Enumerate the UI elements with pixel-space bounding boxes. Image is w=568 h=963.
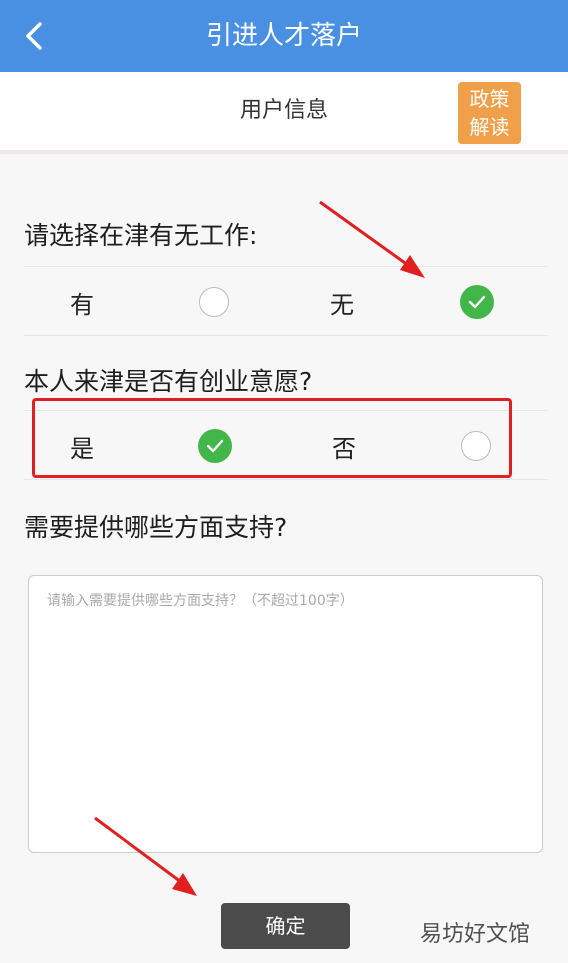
annotation-arrow-bottom	[94, 816, 186, 887]
annotation-arrow-top	[319, 200, 413, 270]
annotation-arrowhead-top	[400, 255, 425, 278]
annotation-arrows	[94, 200, 425, 896]
